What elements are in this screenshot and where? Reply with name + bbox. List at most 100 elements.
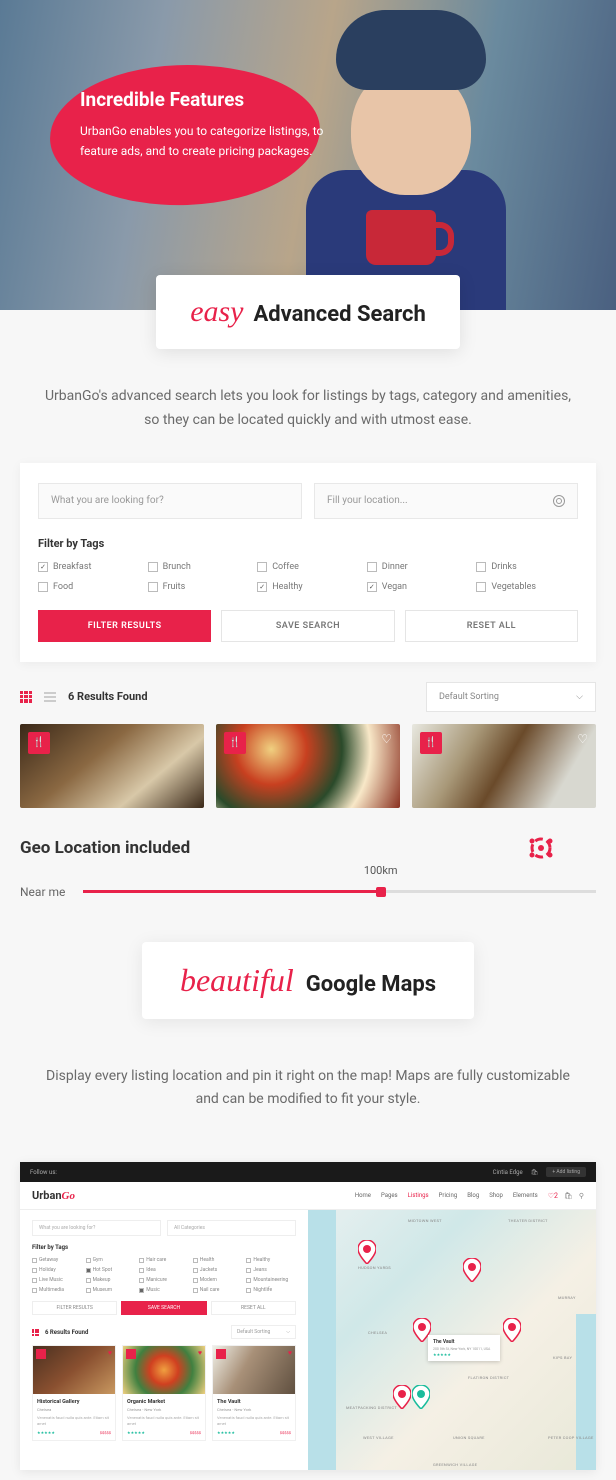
nav-item[interactable]: Listings bbox=[408, 1192, 429, 1199]
demo-tag-checkbox[interactable]: Modern bbox=[193, 1277, 243, 1283]
demo-listing-card[interactable]: ♥ Historical GalleryChelseaVenenatis fau… bbox=[32, 1345, 116, 1441]
tag-checkbox[interactable]: Dinner bbox=[367, 562, 469, 572]
demo-tag-checkbox[interactable]: Nail care bbox=[193, 1287, 243, 1293]
user-name[interactable]: Cintia Edge bbox=[493, 1169, 523, 1176]
demo-tag-checkbox[interactable]: Nightlife bbox=[246, 1287, 296, 1293]
heart-icon[interactable]: ♥ bbox=[198, 1349, 202, 1357]
cart-icon[interactable]: 🛍 bbox=[564, 1192, 573, 1200]
map-pin-icon[interactable] bbox=[503, 1318, 521, 1342]
sort-dropdown[interactable]: Default Sorting⌵ bbox=[426, 682, 596, 712]
heart-icon[interactable]: ♡ bbox=[577, 732, 588, 746]
checkbox-icon bbox=[476, 582, 486, 592]
demo-tag-checkbox[interactable]: Makeup bbox=[86, 1277, 136, 1283]
demo-save-button[interactable]: SAVE SEARCH bbox=[121, 1301, 206, 1315]
nav-item[interactable]: Pages bbox=[381, 1192, 398, 1199]
demo-tag-checkbox[interactable]: Hair care bbox=[139, 1257, 189, 1263]
script-beautiful: beautiful bbox=[180, 962, 294, 999]
map-popup[interactable]: The Vault 200 5th St, New York, NY 10011… bbox=[428, 1335, 500, 1361]
tag-checkbox[interactable]: Coffee bbox=[257, 562, 359, 572]
grid-view-icon[interactable] bbox=[32, 1329, 39, 1336]
map-area-label: WEST VILLAGE bbox=[363, 1435, 394, 1440]
map-pin-icon[interactable] bbox=[463, 1258, 481, 1282]
demo-tag-checkbox[interactable]: Multimedia bbox=[32, 1287, 82, 1293]
search-icon[interactable]: ⚲ bbox=[579, 1192, 584, 1200]
demo-filter-button[interactable]: FILTER RESULTS bbox=[32, 1301, 117, 1315]
demo-tag-checkbox[interactable]: Healthy bbox=[246, 1257, 296, 1263]
heart-icon[interactable]: ♡ bbox=[381, 732, 392, 746]
demo-tag-checkbox[interactable]: Health bbox=[193, 1257, 243, 1263]
search-keyword-input[interactable]: What you are looking for? bbox=[38, 483, 302, 519]
logo[interactable]: UrbanGo bbox=[32, 1189, 75, 1202]
tag-checkbox[interactable]: Vegetables bbox=[476, 582, 578, 592]
search-panel: What you are looking for? Fill your loca… bbox=[20, 463, 596, 662]
crosshair-icon[interactable] bbox=[553, 495, 565, 507]
add-listing-button[interactable]: + Add listing bbox=[546, 1167, 586, 1177]
tag-checkbox[interactable]: Fruits bbox=[148, 582, 250, 592]
demo-tag-checkbox[interactable]: Museum bbox=[86, 1287, 136, 1293]
map-area-label: GREENWICH VILLAGE bbox=[433, 1462, 477, 1467]
cart-icon[interactable]: 🛍 bbox=[531, 1169, 539, 1176]
checkbox-icon bbox=[257, 582, 267, 592]
demo-tag-checkbox[interactable]: Hot Spot bbox=[86, 1267, 136, 1273]
demo-tag-checkbox[interactable]: Jeans bbox=[246, 1267, 296, 1273]
demo-navbar: UrbanGo Home Pages Listings Pricing Blog Shop… bbox=[20, 1182, 596, 1210]
listing-card[interactable]: 🍴♡ bbox=[412, 724, 596, 808]
geo-title: Geo Location included bbox=[20, 838, 596, 858]
tag-checkbox[interactable]: Healthy bbox=[257, 582, 359, 592]
demo-listing-card[interactable]: ♥ The VaultChelsea - New YorkVenenatis f… bbox=[212, 1345, 296, 1441]
map-area-label: CHELSEA bbox=[368, 1330, 387, 1335]
search-location-input[interactable]: Fill your location... bbox=[314, 483, 578, 519]
demo-tag-checkbox[interactable]: Holiday bbox=[32, 1267, 82, 1273]
demo-reset-button[interactable]: RESET ALL bbox=[211, 1301, 296, 1315]
tag-checkbox[interactable]: Drinks bbox=[476, 562, 578, 572]
reset-all-button[interactable]: RESET ALL bbox=[405, 610, 578, 642]
tag-checkbox[interactable]: Brunch bbox=[148, 562, 250, 572]
tag-checkbox[interactable]: Food bbox=[38, 582, 140, 592]
distance-slider[interactable]: 100km bbox=[83, 882, 596, 902]
demo-tag-checkbox[interactable]: Getaway bbox=[32, 1257, 82, 1263]
category-badge-icon: 🍴 bbox=[28, 732, 50, 754]
hero-section: Incredible Features UrbanGo enables you … bbox=[0, 0, 616, 310]
nav-item[interactable]: Elements bbox=[513, 1192, 538, 1199]
nav-item[interactable]: Blog bbox=[467, 1192, 479, 1199]
map-area-label: MEATPACKING DISTRICT bbox=[346, 1405, 397, 1410]
demo-tag-checkbox[interactable]: Idea bbox=[139, 1267, 189, 1273]
slider-value: 100km bbox=[364, 864, 398, 877]
filter-results-button[interactable]: FILTER RESULTS bbox=[38, 610, 211, 642]
demo-tag-checkbox[interactable]: Jackets bbox=[193, 1267, 243, 1273]
demo-tag-checkbox[interactable]: Gym bbox=[86, 1257, 136, 1263]
demo-sort-dropdown[interactable]: Default Sorting⌵ bbox=[231, 1325, 296, 1339]
tag-checkbox[interactable]: Vegan bbox=[367, 582, 469, 592]
demo-tag-checkbox[interactable]: Mountaineering bbox=[246, 1277, 296, 1283]
list-view-icon[interactable] bbox=[44, 692, 56, 702]
demo-tag-checkbox[interactable]: Manicure bbox=[139, 1277, 189, 1283]
map-area-label: FLATIRON DISTRICT bbox=[468, 1375, 509, 1380]
map-pin-icon[interactable] bbox=[412, 1385, 430, 1409]
demo-tag-checkbox[interactable]: Music bbox=[139, 1287, 189, 1293]
checkbox-icon bbox=[38, 582, 48, 592]
map-pin-icon[interactable] bbox=[358, 1240, 376, 1264]
nav-item[interactable]: Home bbox=[355, 1192, 371, 1199]
favorites-icon[interactable]: ♡2 bbox=[548, 1192, 558, 1200]
category-badge-icon: 🍴 bbox=[420, 732, 442, 754]
tag-checkbox[interactable]: Breakfast bbox=[38, 562, 140, 572]
nav-item[interactable]: Pricing bbox=[439, 1192, 458, 1199]
grid-view-icon[interactable] bbox=[20, 691, 32, 703]
demo-map[interactable]: MIDTOWN WESTTHEATER DISTRICTHUDSON YARDS… bbox=[308, 1210, 596, 1470]
checkbox-icon bbox=[38, 562, 48, 572]
map-pin-icon[interactable] bbox=[393, 1385, 411, 1409]
demo-tag-checkbox[interactable]: Live Music bbox=[32, 1277, 82, 1283]
save-search-button[interactable]: SAVE SEARCH bbox=[221, 610, 394, 642]
demo-category-input[interactable]: All Categories bbox=[167, 1220, 296, 1236]
demo-listing-card[interactable]: ♥ Organic MarketChelsea - New YorkVenena… bbox=[122, 1345, 206, 1441]
category-badge-icon bbox=[36, 1349, 46, 1359]
listing-card[interactable]: 🍴 bbox=[20, 724, 204, 808]
heart-icon[interactable]: ♥ bbox=[108, 1349, 112, 1357]
demo-filter-label: Filter by Tags bbox=[32, 1244, 296, 1251]
demo-search-input[interactable]: What you are looking for? bbox=[32, 1220, 161, 1236]
geo-location-section: Geo Location included Near me 100km bbox=[20, 838, 596, 902]
search-intro: UrbanGo's advanced search lets you look … bbox=[0, 349, 616, 463]
listing-card[interactable]: 🍴♡ bbox=[216, 724, 400, 808]
heart-icon[interactable]: ♥ bbox=[288, 1349, 292, 1357]
nav-item[interactable]: Shop bbox=[489, 1192, 503, 1199]
